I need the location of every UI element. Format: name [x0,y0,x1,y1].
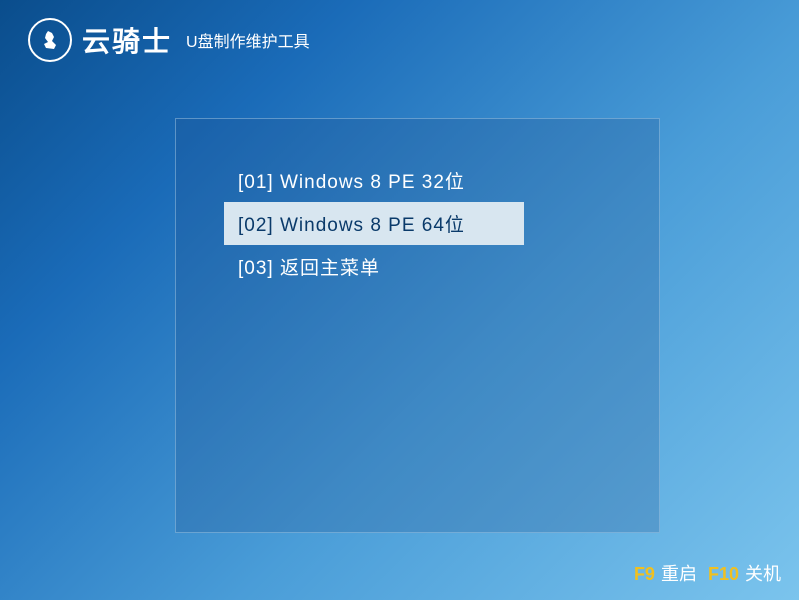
logo-icon [28,18,72,62]
menu-item-win8pe-32[interactable]: [01] Windows 8 PE 32位 [224,159,524,202]
f9-key: F9 [634,564,655,584]
app-subtitle: U盘制作维护工具 [186,28,310,52]
menu-item-return-main[interactable]: [03] 返回主菜单 [224,245,524,288]
boot-menu-panel: [01] Windows 8 PE 32位 [02] Windows 8 PE … [175,118,660,533]
brand-name: 云骑士 [82,20,172,60]
menu-item-win8pe-64[interactable]: [02] Windows 8 PE 64位 [224,202,524,245]
f10-label: 关机 [745,564,781,584]
f10-key: F10 [708,564,739,584]
footer-hotkeys: F9 重启 F10 关机 [628,560,781,586]
header: 云骑士 U盘制作维护工具 [28,18,310,62]
f9-label: 重启 [661,564,697,584]
